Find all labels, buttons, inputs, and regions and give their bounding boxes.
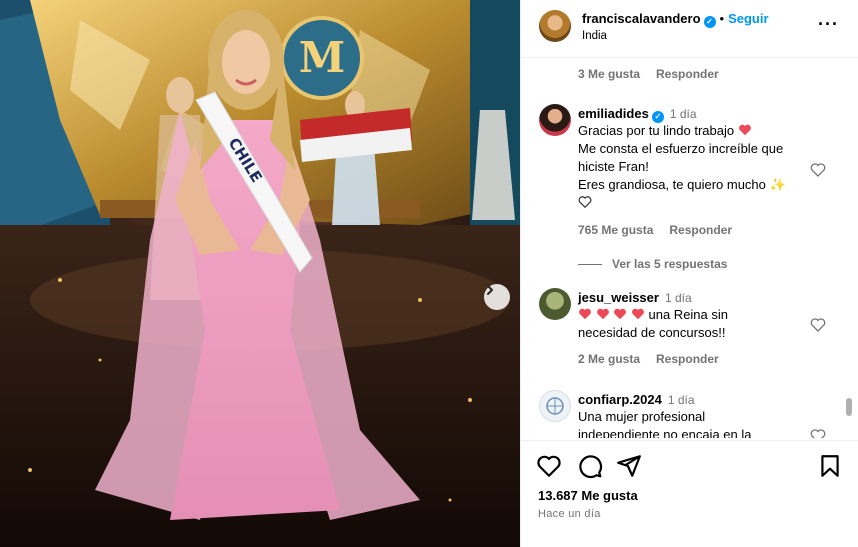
comment-username[interactable]: confiarp.2024 bbox=[578, 392, 662, 407]
post-photo: M CHILE bbox=[0, 0, 520, 547]
likes-count[interactable]: 13.687 Me gusta bbox=[538, 488, 638, 503]
avatar[interactable] bbox=[539, 288, 571, 320]
author-username[interactable]: franciscalavandero bbox=[582, 11, 701, 26]
comment-line: independiente no encaja en la bbox=[578, 427, 752, 438]
comment-line: Eres grandiosa, te quiero mucho bbox=[578, 177, 766, 192]
heart-emoji-icon bbox=[631, 308, 644, 320]
avatar[interactable] bbox=[539, 10, 571, 42]
post-timestamp[interactable]: Hace un día bbox=[538, 508, 601, 520]
next-image-button[interactable] bbox=[484, 284, 510, 310]
more-icon[interactable]: ··· bbox=[818, 14, 839, 35]
share-icon[interactable] bbox=[616, 453, 642, 479]
comment-line: necesidad de concursos!! bbox=[578, 325, 726, 340]
reply-button[interactable]: Responder bbox=[656, 67, 719, 81]
svg-text:M: M bbox=[299, 33, 346, 82]
comment-meta: 3 Me gusta Responder bbox=[578, 67, 735, 81]
heart-icon[interactable] bbox=[810, 428, 826, 438]
reply-button[interactable]: Responder bbox=[669, 223, 732, 237]
comment-author: confiarp.2024 1 día bbox=[578, 392, 695, 407]
post-sidebar: franciscalavandero ✓ • Seguir India ··· 3 M… bbox=[520, 0, 858, 547]
post-location[interactable]: India bbox=[582, 30, 607, 42]
comment-line: una Reina sin bbox=[648, 307, 729, 322]
comment-line: hiciste Fran! bbox=[578, 159, 649, 174]
comment-author: jesu_weisser 1 día bbox=[578, 290, 692, 305]
globe-logo-icon bbox=[546, 397, 564, 415]
comment-text: Una mujer profesional independiente no e… bbox=[578, 408, 751, 438]
verified-icon: ✓ bbox=[703, 16, 716, 28]
white-heart-emoji-icon bbox=[578, 196, 592, 209]
comment-time: 1 día bbox=[667, 393, 695, 407]
heart-emoji-icon bbox=[614, 308, 627, 320]
heart-emoji-icon bbox=[738, 124, 751, 136]
comment-username[interactable]: jesu_weisser bbox=[578, 290, 659, 305]
comment-line: Una mujer profesional bbox=[578, 409, 706, 424]
comment-time: 1 día bbox=[664, 291, 692, 305]
avatar[interactable] bbox=[539, 104, 571, 136]
comments-list: 3 Me gusta Responder emiliadides ✓ 1 día Gr… bbox=[521, 58, 858, 438]
comment-line: Gracias por tu lindo trabajo bbox=[578, 123, 735, 138]
view-replies-button[interactable]: Ver las 5 respuestas bbox=[578, 257, 727, 271]
comment-likes[interactable]: 3 Me gusta bbox=[578, 67, 640, 81]
comment-text: Gracias por tu lindo trabajo Me consta e… bbox=[578, 122, 786, 212]
comment-meta: 765 Me gusta Responder bbox=[578, 223, 748, 237]
bookmark-icon[interactable] bbox=[817, 453, 843, 479]
separator-dot: • bbox=[719, 11, 725, 26]
chevron-right-icon bbox=[487, 285, 493, 295]
follow-button[interactable]: Seguir bbox=[728, 11, 768, 26]
comment-text: una Reina sin necesidad de concursos!! bbox=[578, 306, 728, 342]
scrollbar-thumb[interactable] bbox=[846, 398, 852, 416]
heart-emoji-icon bbox=[579, 308, 591, 320]
heart-icon[interactable] bbox=[810, 162, 826, 178]
avatar[interactable] bbox=[539, 390, 571, 422]
comment-author: emiliadides ✓ 1 día bbox=[578, 106, 697, 123]
heart-icon[interactable] bbox=[810, 317, 826, 333]
comment-line: Me consta el esfuerzo increíble que bbox=[578, 141, 784, 156]
view-replies-label: Ver las 5 respuestas bbox=[612, 257, 728, 271]
comment-meta: 2 Me gusta Responder bbox=[578, 352, 735, 366]
comments-scrollbar[interactable] bbox=[846, 120, 852, 438]
heart-icon[interactable] bbox=[536, 453, 562, 479]
post-image[interactable]: M CHILE bbox=[0, 0, 520, 547]
comment-icon[interactable] bbox=[577, 453, 603, 479]
comment-likes[interactable]: 765 Me gusta bbox=[578, 223, 653, 237]
post-header: franciscalavandero ✓ • Seguir India ··· bbox=[521, 0, 858, 58]
post-actions: 13.687 Me gusta Hace un día bbox=[521, 440, 858, 547]
sparkles-icon: ✨ bbox=[769, 177, 786, 192]
heart-emoji-icon bbox=[596, 308, 609, 320]
comment-username[interactable]: emiliadides bbox=[578, 106, 649, 121]
replies-divider bbox=[578, 263, 602, 265]
post-author: franciscalavandero ✓ • Seguir bbox=[582, 11, 769, 28]
comment-time: 1 día bbox=[669, 107, 697, 121]
reply-button[interactable]: Responder bbox=[656, 352, 719, 366]
comment-likes[interactable]: 2 Me gusta bbox=[578, 352, 640, 366]
